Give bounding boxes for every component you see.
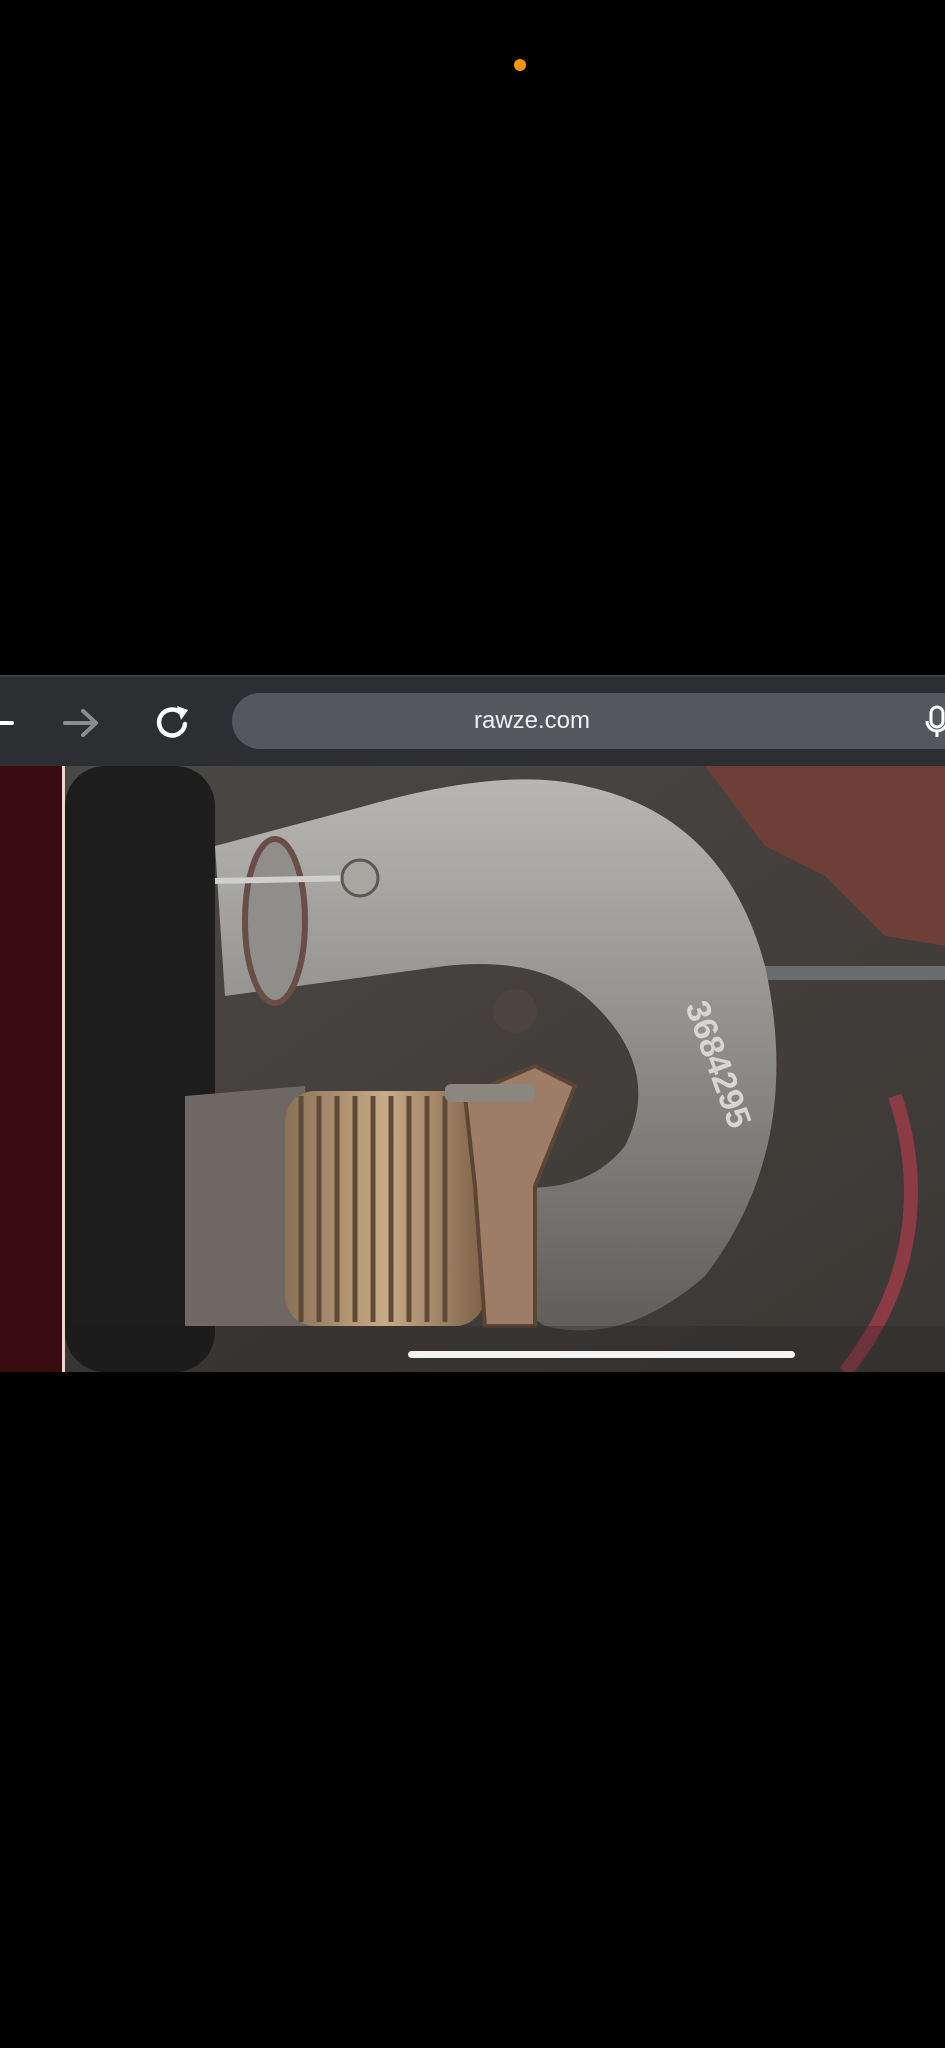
microphone-icon[interactable] [924, 705, 945, 744]
url-text[interactable]: rawze.com [232, 693, 945, 749]
page-content: 3684295 [0, 766, 945, 1372]
back-arrow-icon[interactable] [0, 677, 16, 768]
browser-toolbar: rawze.com [0, 675, 945, 766]
engine-exhaust-photo: 3684295 [65, 766, 945, 1372]
left-image-strip [0, 766, 65, 1372]
url-bar[interactable]: rawze.com [232, 693, 945, 749]
privacy-indicator-dot [514, 59, 526, 71]
forward-arrow-icon[interactable] [60, 677, 102, 768]
home-indicator[interactable] [408, 1351, 795, 1358]
reload-icon[interactable] [150, 677, 194, 768]
